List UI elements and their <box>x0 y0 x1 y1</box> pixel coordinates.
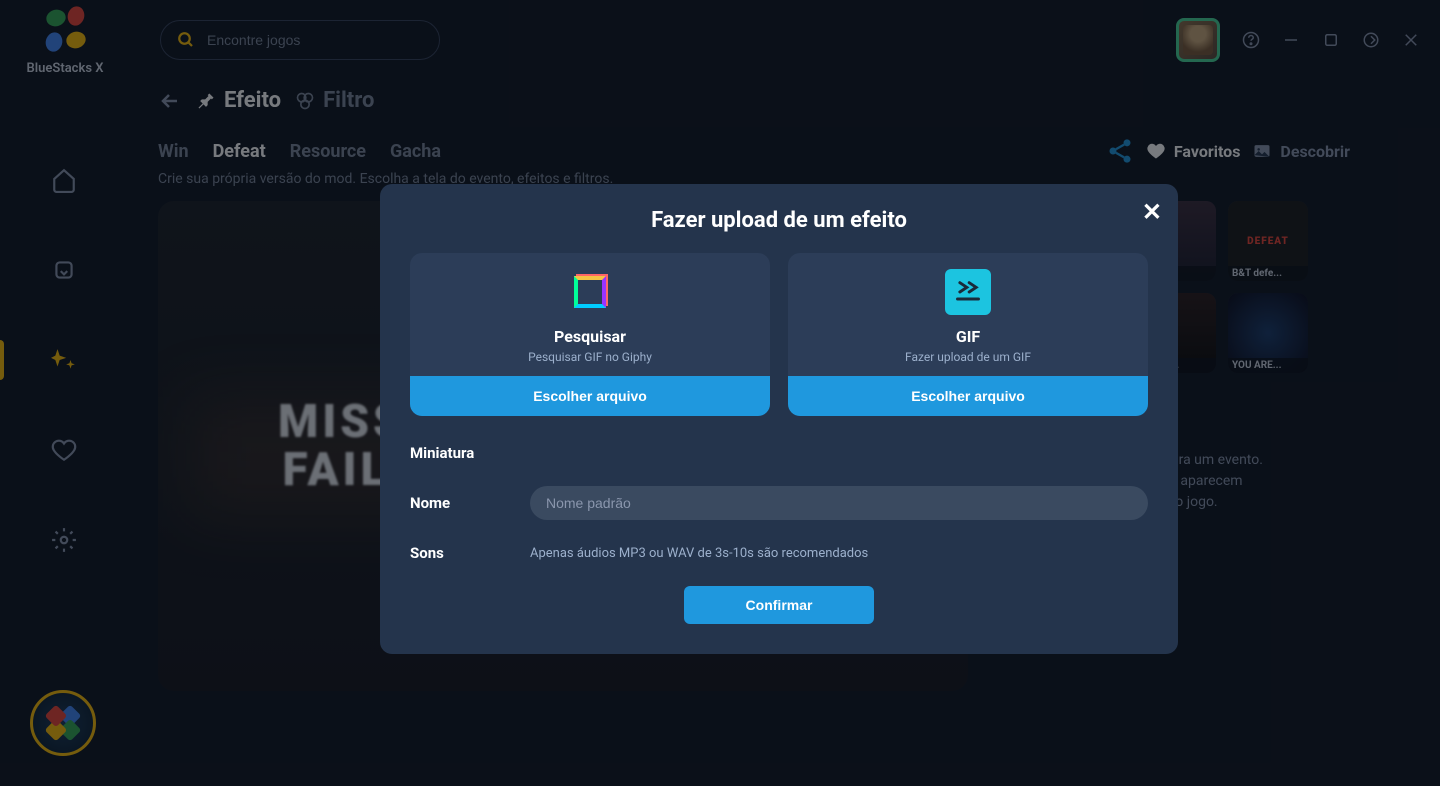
gallery-item[interactable]: YOU ARE... <box>1228 293 1308 373</box>
action-descobrir[interactable]: Descobrir <box>1252 141 1350 161</box>
maximize-icon[interactable] <box>1322 31 1340 49</box>
sidebar-item-settings[interactable] <box>44 520 84 560</box>
fab-cube-icon <box>38 698 89 749</box>
label-miniatura: Miniatura <box>410 444 500 462</box>
fullscreen-icon[interactable] <box>1362 31 1380 49</box>
filter-icon <box>295 91 315 111</box>
back-icon[interactable] <box>158 89 182 113</box>
fab-play[interactable] <box>30 690 96 756</box>
help-icon[interactable] <box>1242 31 1260 49</box>
label-nome: Nome <box>410 494 500 512</box>
topbar: BlueStacks X <box>0 0 1440 80</box>
upload-modal: ✕ Fazer upload de um efeito Pesquisar Pe… <box>380 184 1178 654</box>
row-miniatura: Miniatura <box>410 444 1148 462</box>
image-icon <box>1252 141 1272 161</box>
share-icon[interactable] <box>1106 137 1134 165</box>
card1-choose-button[interactable]: Escolher arquivo <box>410 376 770 416</box>
row-nome: Nome <box>410 486 1148 520</box>
sidebar-item-effects[interactable] <box>44 340 84 380</box>
close-icon[interactable] <box>1402 31 1420 49</box>
tabs-row: Win Defeat Resource Gacha Favoritos Desc… <box>158 137 1410 165</box>
giphy-icon <box>567 269 613 315</box>
sidebar-item-home[interactable] <box>44 160 84 200</box>
gallery-item[interactable]: DEFEAT B&T defe... <box>1228 201 1308 281</box>
input-nome[interactable] <box>530 486 1148 520</box>
tab-win[interactable]: Win <box>158 141 189 162</box>
card1-sub: Pesquisar GIF no Giphy <box>528 350 652 364</box>
gif-icon <box>945 269 991 315</box>
descobrir-label: Descobrir <box>1280 142 1350 161</box>
card2-title: GIF <box>956 327 980 346</box>
modal-title: Fazer upload de um efeito <box>410 208 1148 233</box>
heart-icon <box>1146 141 1166 161</box>
topbar-left: BlueStacks X <box>20 5 440 76</box>
crumb-filtro-label: Filtro <box>323 88 374 113</box>
gallery-caption: YOU ARE... <box>1228 358 1308 373</box>
tab-actions: Favoritos Descobrir <box>1106 137 1410 165</box>
crumb-efeito-label: Efeito <box>224 88 281 113</box>
search-icon <box>177 31 195 49</box>
confirm-button[interactable]: Confirmar <box>684 586 874 624</box>
bluestacks-logo-icon <box>41 5 89 53</box>
topbar-right <box>1176 18 1420 62</box>
hint-sons: Apenas áudios MP3 ou WAV de 3s-10s são r… <box>530 546 868 561</box>
tabs: Win Defeat Resource Gacha <box>158 141 441 162</box>
search-bar[interactable] <box>160 20 440 60</box>
card-upload-gif: GIF Fazer upload de um GIF Escolher arqu… <box>788 253 1148 416</box>
tab-defeat[interactable]: Defeat <box>213 141 266 162</box>
minimize-icon[interactable] <box>1282 31 1300 49</box>
card-search-giphy: Pesquisar Pesquisar GIF no Giphy Escolhe… <box>410 253 770 416</box>
favoritos-label: Favoritos <box>1174 142 1241 161</box>
logo-block[interactable]: BlueStacks X <box>20 5 110 76</box>
breadcrumb: Efeito Filtro <box>158 88 1410 113</box>
modal-close-button[interactable]: ✕ <box>1142 198 1162 226</box>
card2-sub: Fazer upload de um GIF <box>905 350 1031 364</box>
tab-resource[interactable]: Resource <box>290 141 366 162</box>
avatar[interactable] <box>1176 18 1220 62</box>
sidebar-item-store[interactable] <box>44 250 84 290</box>
card1-title: Pesquisar <box>554 327 626 346</box>
sidebar <box>0 100 128 560</box>
upload-cards: Pesquisar Pesquisar GIF no Giphy Escolhe… <box>410 253 1148 416</box>
tab-gacha[interactable]: Gacha <box>390 141 441 162</box>
pin-icon <box>196 91 216 111</box>
search-input[interactable] <box>207 32 423 48</box>
card2-choose-button[interactable]: Escolher arquivo <box>788 376 1148 416</box>
row-sons: Sons Apenas áudios MP3 ou WAV de 3s-10s … <box>410 544 1148 562</box>
crumb-efeito[interactable]: Efeito <box>196 88 281 113</box>
crumb-filtro[interactable]: Filtro <box>295 88 374 113</box>
action-favoritos[interactable]: Favoritos <box>1146 141 1241 161</box>
sidebar-item-favorites[interactable] <box>44 430 84 470</box>
gallery-hint: tos para um evento. o eles aparecem rant… <box>1140 450 1400 513</box>
app-name: BlueStacks X <box>27 61 104 76</box>
label-sons: Sons <box>410 544 500 562</box>
gallery-caption: B&T defe... <box>1228 266 1308 281</box>
